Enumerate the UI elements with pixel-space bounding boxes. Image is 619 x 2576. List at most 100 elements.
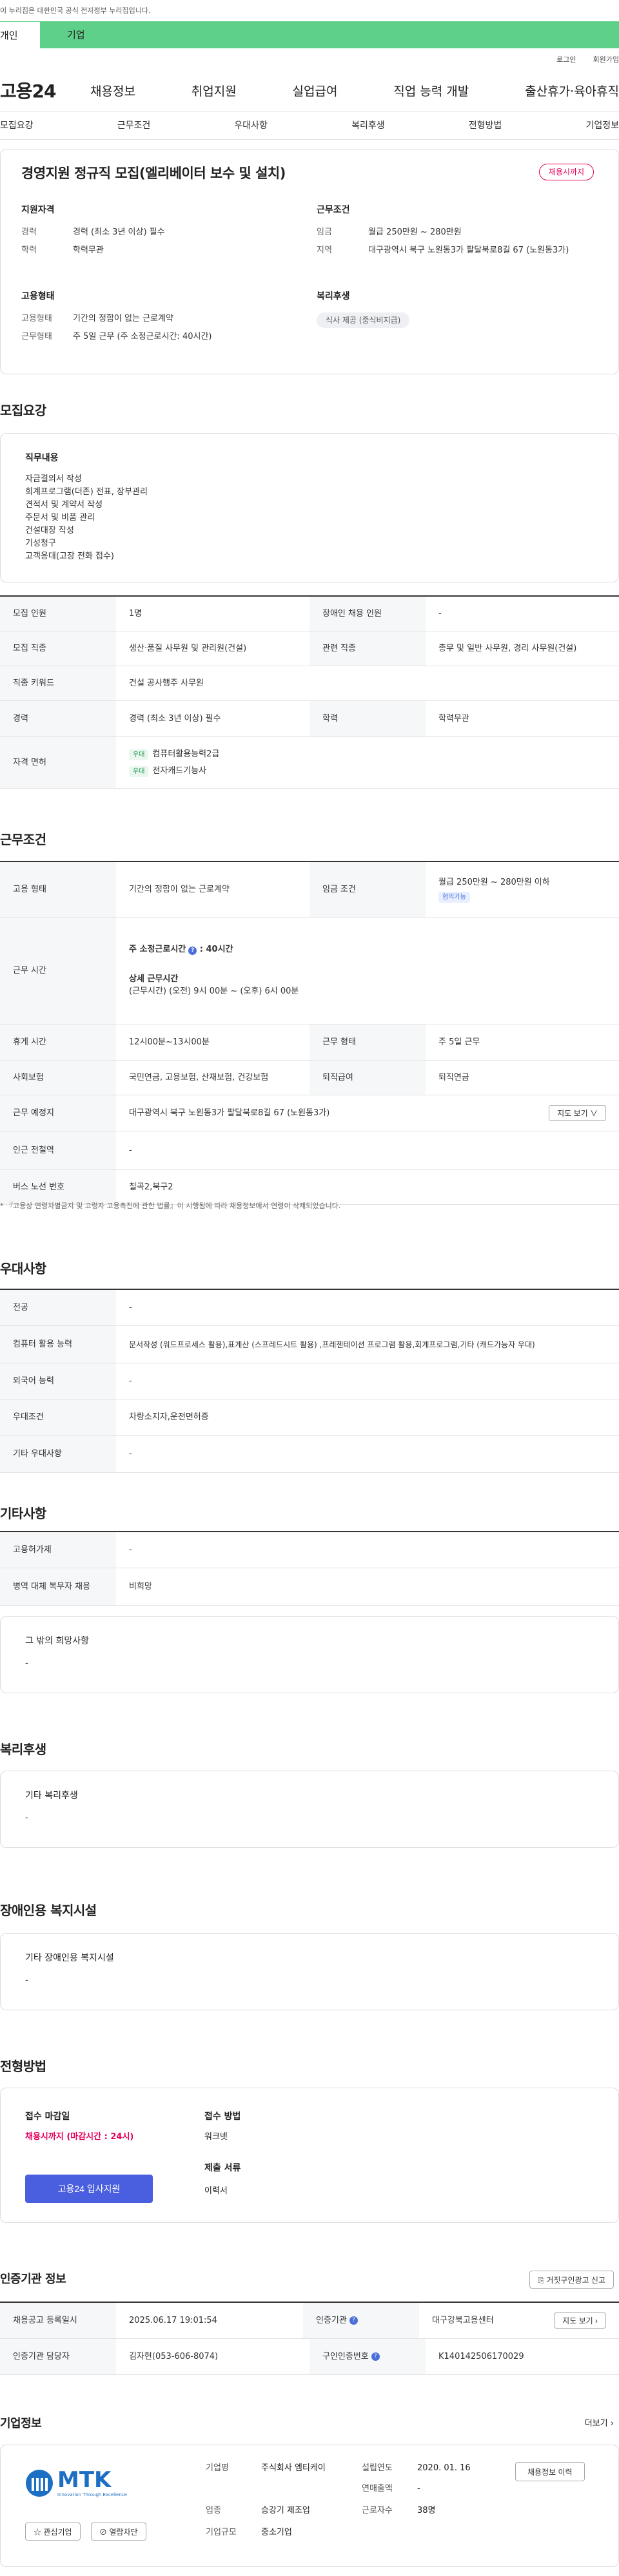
detail-hours-value: (근무시간) (오전) 9시 00분 ~ (오후) 6시 00분 bbox=[129, 986, 299, 997]
report-fake-ad-button[interactable]: ⎘ 거짓구인광고 신고 bbox=[529, 2271, 614, 2289]
qual-title: 지원자격 bbox=[21, 205, 55, 215]
site-logo[interactable]: 고용24 bbox=[0, 78, 90, 105]
cond-block: 근무조건 임금 월급 250만원 ~ 280만원 지역 대구광역시 북구 노원동3가… bbox=[317, 204, 587, 262]
row-key: 휴게 시간 bbox=[0, 1024, 116, 1060]
job-title: 경영지원 정규직 모집(엘리베이터 보수 및 설치) bbox=[21, 166, 286, 181]
interest-company-button[interactable]: ☆ 관심기업 bbox=[25, 2523, 81, 2541]
row-key: 퇴직급여 bbox=[310, 1061, 426, 1095]
cond-value: 월급 250만원 ~ 280만원 bbox=[368, 227, 462, 237]
help-icon[interactable]: ? bbox=[349, 2316, 358, 2325]
company-logo: MTK Innovation Through Excellence bbox=[25, 2468, 127, 2499]
apply-button[interactable]: 고용24 입사지원 bbox=[25, 2175, 153, 2203]
emp-title: 고용형태 bbox=[21, 291, 55, 302]
cond-key: 지역 bbox=[317, 245, 332, 255]
cert-map-button[interactable]: 지도 보기 › bbox=[554, 2312, 606, 2329]
tab-personal[interactable]: 개인 bbox=[0, 21, 40, 48]
qual-value: 경력 (최소 3년 이상) 필수 bbox=[73, 227, 165, 237]
deadline-label: 접수 마감일 bbox=[25, 2111, 70, 2122]
method-label: 접수 방법 bbox=[204, 2111, 241, 2122]
cond-title: 근무조건 bbox=[317, 205, 350, 215]
logo-subtext: Innovation Through Excellence bbox=[57, 2492, 127, 2497]
welfare-section-title: 복리후생 bbox=[0, 1742, 46, 1757]
duty-item: 고객응대(고장 전화 접수) bbox=[25, 552, 115, 561]
nav-parental-leave[interactable]: 출산휴가·육아휴직 bbox=[525, 82, 619, 101]
row-key: 기타 우대사항 bbox=[0, 1436, 116, 1472]
help-icon[interactable]: ? bbox=[371, 2352, 380, 2361]
duty-card: 직무내용 자금결의서 작성 회계프로그램(더존) 전표, 장부관리 견적서 및 … bbox=[0, 433, 619, 582]
process-card: 접수 마감일 채용시까지 (마감시간 : 24시) 고용24 입사지원 접수 방… bbox=[0, 2088, 619, 2223]
login-link[interactable]: 로그인 bbox=[556, 55, 576, 66]
emp-value: 주 5일 근무 (주 소정근로시간: 40시간) bbox=[73, 331, 212, 341]
pref-title: 우대사항 bbox=[0, 1261, 46, 1276]
more-link[interactable]: 더보기 › bbox=[585, 2417, 614, 2430]
report-label: 거짓구인광고 신고 bbox=[546, 2275, 605, 2285]
tab-company-info[interactable]: 기업정보 bbox=[585, 119, 619, 133]
row-value: 기간의 정함이 없는 근로계약 bbox=[129, 884, 230, 894]
row-key: 구인인증번호 bbox=[322, 2351, 369, 2361]
row-value: 생산·품질 사무원 및 관리원(건설) bbox=[129, 643, 247, 653]
emp-key: 고용형태 bbox=[21, 314, 52, 323]
interest-label: 관심기업 bbox=[43, 2527, 72, 2537]
pref-tag: 우대 bbox=[129, 765, 149, 777]
duty-item: 견적서 및 계약서 작성 bbox=[25, 500, 103, 510]
chevron-right-icon: › bbox=[610, 2419, 614, 2428]
tab-recruit[interactable]: 모집요강 bbox=[0, 119, 34, 133]
row-key: 근무 예정지 bbox=[0, 1095, 116, 1131]
work-table: 고용 형태 기간의 정함이 없는 근로계약 임금 조건 월급 250만원 ~ 2… bbox=[0, 861, 619, 1205]
map-view-button[interactable]: 지도 보기 ∨ bbox=[549, 1105, 606, 1121]
row-value: 칠곡2,북구2 bbox=[129, 1182, 173, 1192]
docs-value: 이력서 bbox=[204, 2186, 228, 2196]
row-value: - bbox=[129, 1376, 132, 1386]
history-button[interactable]: 채용정보 이력 bbox=[515, 2462, 585, 2481]
tab-process[interactable]: 전형방법 bbox=[469, 119, 502, 133]
company-key: 설립연도 bbox=[362, 2463, 393, 2473]
disabled-title: 장애인용 복지시설 bbox=[0, 1903, 97, 1918]
hope-card: 그 밖의 희망사항 - bbox=[0, 1616, 619, 1693]
company-name: 주식회사 엠티케이 bbox=[261, 2463, 326, 2473]
nav-unemployment-benefit[interactable]: 실업급여 bbox=[293, 82, 338, 101]
row-value: 12시00분~13시00분 bbox=[129, 1037, 210, 1047]
company-employees: 38명 bbox=[417, 2506, 436, 2515]
block-view-button[interactable]: ⊘ 열람차단 bbox=[91, 2523, 146, 2541]
row-key: 관련 직종 bbox=[310, 631, 426, 666]
star-icon: ☆ bbox=[34, 2527, 42, 2537]
license-item: 전자캐드기능사 bbox=[152, 765, 207, 776]
chevron-right-icon: › bbox=[595, 2316, 598, 2325]
report-icon: ⎘ bbox=[538, 2275, 544, 2285]
row-key: 직종 키워드 bbox=[0, 666, 116, 700]
top-tab-bar: 개인 기업 bbox=[0, 21, 619, 48]
row-key: 모집 인원 bbox=[0, 597, 116, 631]
row-value: 국민연금, 고용보험, 산재보험, 건강보험 bbox=[129, 1072, 269, 1082]
row-key: 사회보험 bbox=[0, 1061, 116, 1095]
nav-job-training[interactable]: 직업 능력 개발 bbox=[393, 82, 469, 101]
tab-work[interactable]: 근무조건 bbox=[117, 119, 151, 133]
tab-welfare[interactable]: 복리후생 bbox=[351, 119, 385, 133]
etc-title: 기타사항 bbox=[0, 1506, 46, 1521]
duty-label: 직무내용 bbox=[25, 453, 59, 463]
help-icon[interactable]: ? bbox=[188, 947, 197, 956]
wage-value: 월급 250만원 ~ 280만원 이하 bbox=[438, 878, 550, 888]
work-address: 대구광역시 북구 노원동3가 팔달북로8길 67 (노원동3가) bbox=[129, 1108, 330, 1118]
job-summary-card: 경영지원 정규직 모집(엘리베이터 보수 및 설치) 채용시까지 지원자격 경력… bbox=[0, 149, 619, 374]
row-value: 비희망 bbox=[129, 1581, 152, 1591]
pref-table: 전공 - 컴퓨터 활용 능력 문서작성 (워드프로세스 활용),표계산 (스프레드시… bbox=[0, 1289, 619, 1473]
row-key: 인증기관 담당자 bbox=[0, 2339, 116, 2374]
row-value: 경력 (최소 3년 이상) 필수 bbox=[129, 713, 221, 724]
company-key: 업종 bbox=[206, 2506, 221, 2515]
more-label: 더보기 bbox=[584, 2419, 608, 2428]
row-value: 건설 공사행주 사무원 bbox=[129, 678, 204, 688]
row-key: 우대조건 bbox=[0, 1399, 116, 1435]
signup-link[interactable]: 회원가입 bbox=[593, 55, 619, 66]
row-value: - bbox=[129, 1544, 132, 1555]
nav-jobs[interactable]: 채용정보 bbox=[90, 82, 135, 101]
tab-pref[interactable]: 우대사항 bbox=[234, 119, 268, 133]
row-value: 김자현(053-606-8074) bbox=[129, 2351, 219, 2361]
company-key: 근로자수 bbox=[362, 2506, 393, 2515]
row-value: - bbox=[129, 1145, 132, 1155]
nav-employment-support[interactable]: 취업지원 bbox=[192, 82, 237, 101]
row-key: 채용공고 등록일시 bbox=[0, 2303, 116, 2338]
row-key: 전공 bbox=[0, 1290, 116, 1325]
row-value: 주 5일 근무 bbox=[438, 1037, 480, 1047]
company-scale: 중소기업 bbox=[261, 2528, 292, 2537]
tab-company[interactable]: 기업 bbox=[40, 21, 619, 48]
